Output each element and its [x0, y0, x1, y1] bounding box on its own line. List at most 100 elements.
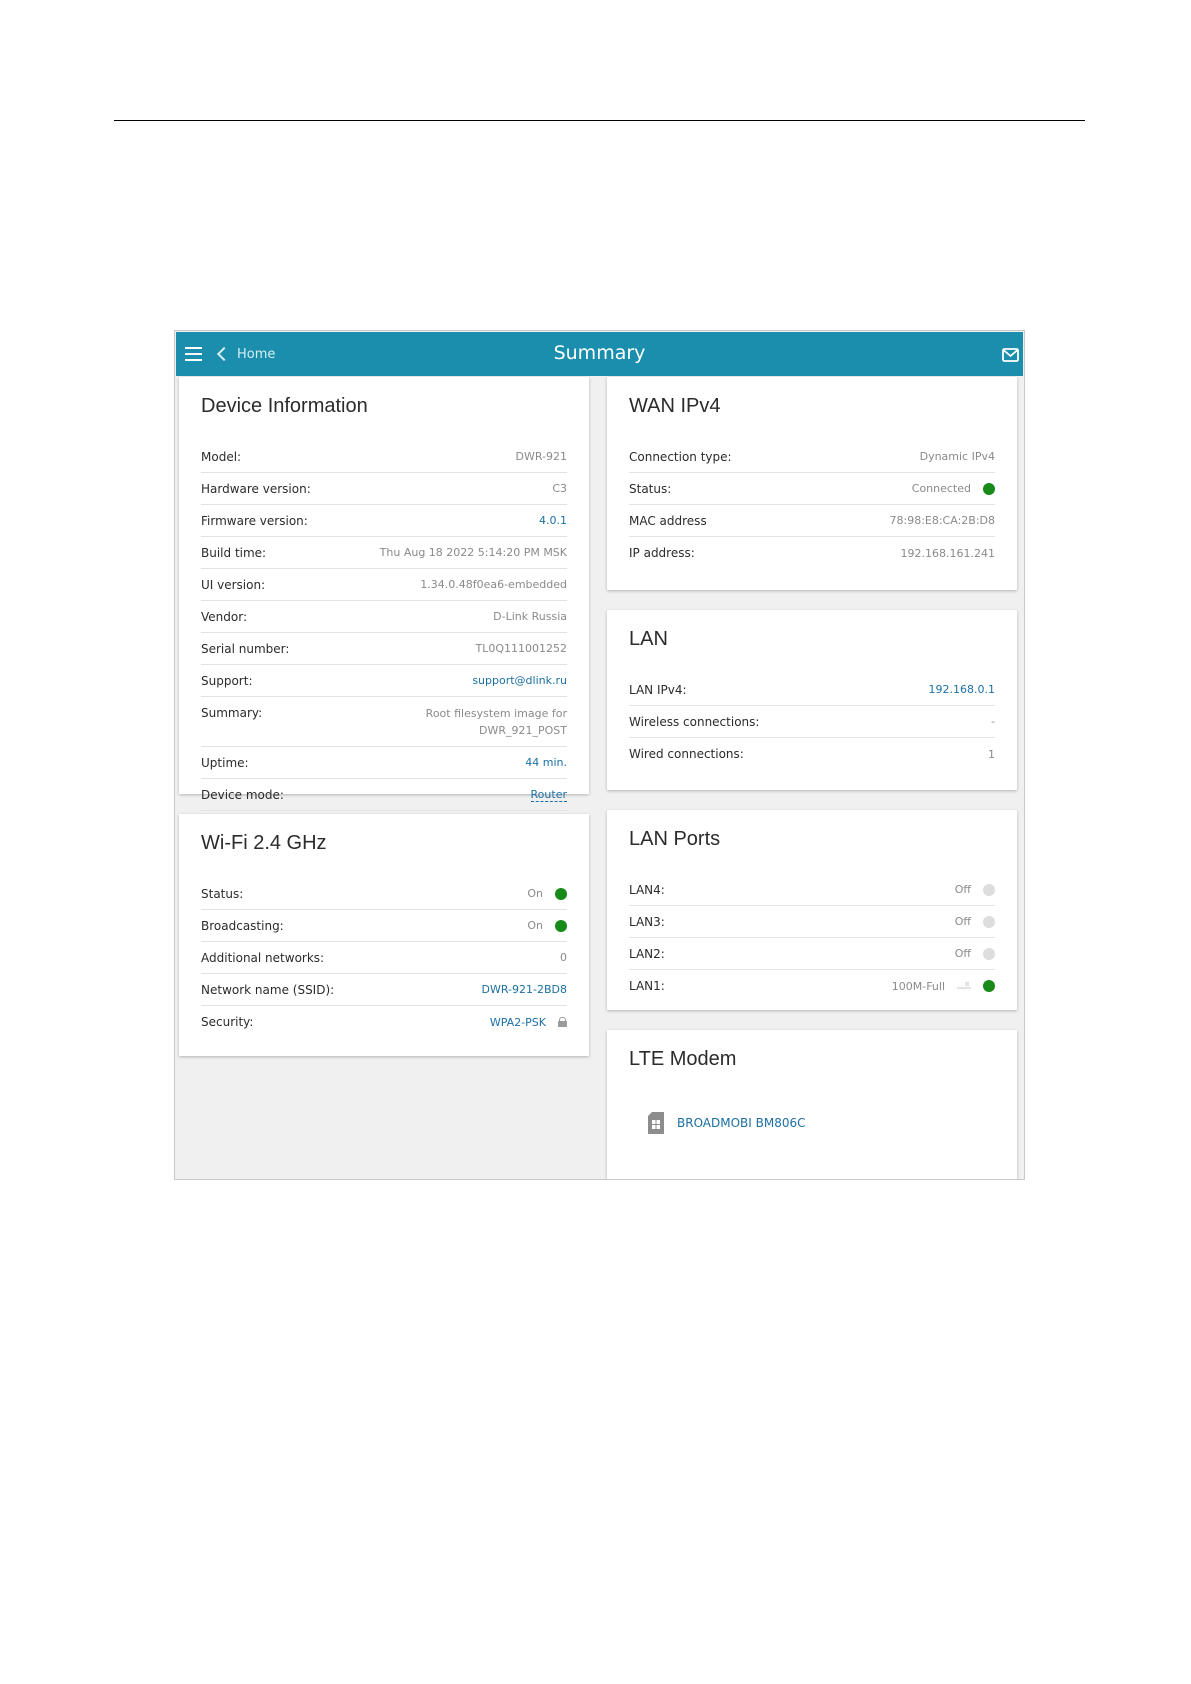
device-mode-link[interactable]: Router: [530, 787, 567, 802]
summary-value: Root filesystem image for DWR_921_POST: [425, 706, 567, 737]
ip-address-row: IP address: 192.168.161.241: [629, 537, 995, 569]
row-label: LAN IPv4:: [629, 682, 687, 697]
status-indicator-gray: [983, 915, 995, 928]
ip-address-value: 192.168.161.241: [900, 546, 995, 560]
device-information-title: Device Information: [201, 395, 368, 417]
wan-ipv4-title: WAN IPv4: [629, 395, 721, 417]
lan-card: LAN LAN IPv4: 192.168.0.1 Wireless conne…: [607, 610, 1017, 790]
lan-ipv4-row: LAN IPv4: 192.168.0.1: [629, 674, 995, 706]
row-label: Wired connections:: [629, 747, 744, 761]
model-row: Model: DWR-921: [201, 441, 567, 473]
lan4-row: LAN4: Off: [629, 874, 995, 906]
security-row: Security: WPA2-PSK: [201, 1006, 567, 1038]
ssid-link[interactable]: DWR-921-2BD8: [482, 983, 568, 996]
lan-ports-card: LAN Ports LAN4: Off LAN3: Off LAN2: Off …: [607, 810, 1017, 1010]
row-label: Security:: [201, 1015, 254, 1029]
row-label: LAN4:: [629, 882, 665, 897]
device-information-card: Device Information Model: DWR-921 Hardwa…: [179, 377, 589, 811]
wan-status-row: Status: Connected: [629, 473, 995, 505]
wired-connections-value: 1: [988, 747, 995, 761]
device-mode-row: Device mode: Router: [201, 779, 567, 811]
lte-modem-title: LTE Modem: [629, 1048, 737, 1070]
modem-item[interactable]: BROADMOBI BM806C: [647, 1112, 806, 1134]
lan1-text: 100M-Full: [891, 979, 945, 993]
ui-version-value: 1.34.0.48f0ea6-embedded: [420, 578, 567, 591]
uptime-value: 44 min.: [525, 756, 567, 769]
row-label: Build time:: [201, 545, 267, 560]
lte-modem-card: LTE Modem BROADMOBI BM806C: [607, 1030, 1017, 1179]
status-indicator-green: [983, 482, 995, 495]
lan2-text: Off: [954, 947, 971, 960]
router-summary-screenshot: Home Summary Device Information Model: D…: [174, 330, 1025, 1180]
ui-version-row: UI version: 1.34.0.48f0ea6-embedded: [201, 569, 567, 601]
additional-networks-value: 0: [560, 951, 567, 964]
wireless-connections-row: Wireless connections: -: [629, 706, 995, 738]
row-label: LAN1:: [629, 979, 665, 993]
row-label: Connection type:: [629, 449, 732, 464]
row-label: UI version:: [201, 577, 266, 592]
row-label: Uptime:: [201, 755, 249, 770]
ethernet-port-icon: [957, 982, 971, 990]
wifi-card: Wi-Fi 2.4 GHz Status: On Broadcasting: O…: [179, 814, 589, 1056]
lan-ipv4-link[interactable]: 192.168.0.1: [929, 683, 995, 696]
row-label: Firmware version:: [201, 513, 308, 528]
row-label: Hardware version:: [201, 481, 311, 496]
connection-type-row: Connection type: Dynamic IPv4: [629, 441, 995, 473]
row-label: Device mode:: [201, 787, 284, 802]
row-label: Serial number:: [201, 641, 290, 656]
serial-number-row: Serial number: TL0Q111001252: [201, 633, 567, 665]
modem-name-link[interactable]: BROADMOBI BM806C: [677, 1116, 806, 1130]
row-label: Model:: [201, 449, 242, 464]
broadcasting-row: Broadcasting: On: [201, 910, 567, 942]
row-label: Wireless connections:: [629, 714, 760, 729]
build-time-value: Thu Aug 18 2022 5:14:20 PM MSK: [379, 546, 567, 559]
vendor-row: Vendor: D-Link Russia: [201, 601, 567, 633]
row-label: IP address:: [629, 546, 695, 560]
hardware-version-value: C3: [552, 482, 567, 495]
support-row: Support: support@dlink.ru: [201, 665, 567, 697]
vendor-value: D-Link Russia: [493, 610, 567, 623]
firmware-version-row: Firmware version: 4.0.1: [201, 505, 567, 537]
lan-title: LAN: [629, 628, 668, 650]
lan2-row: LAN2: Off: [629, 938, 995, 970]
firmware-version-link[interactable]: 4.0.1: [539, 514, 567, 527]
lan3-value: Off: [955, 915, 995, 928]
lan1-value: 100M-Full: [892, 980, 995, 993]
device-mode-value: Router: [530, 787, 567, 802]
lan2-value: Off: [955, 947, 995, 960]
security-link[interactable]: WPA2-PSK: [490, 1016, 567, 1029]
status-indicator-gray: [983, 883, 995, 896]
row-label: Network name (SSID):: [201, 982, 335, 997]
wifi-status-row: Status: On: [201, 878, 567, 910]
lock-icon: [558, 1017, 567, 1027]
row-label: Summary:: [201, 706, 263, 720]
mac-address-row: MAC address 78:98:E8:CA:2B:D8: [629, 505, 995, 537]
ssid-row: Network name (SSID): DWR-921-2BD8: [201, 974, 567, 1006]
mail-icon[interactable]: [1002, 348, 1019, 362]
row-label: Status:: [201, 886, 244, 901]
wan-status-value: Connected: [912, 482, 995, 495]
lan-ports-title: LAN Ports: [629, 828, 721, 850]
build-time-row: Build time: Thu Aug 18 2022 5:14:20 PM M…: [201, 537, 567, 569]
broadcasting-value: On: [527, 919, 567, 932]
mac-address-value: 78:98:E8:CA:2B:D8: [889, 514, 996, 527]
uptime-row: Uptime: 44 min.: [201, 747, 567, 779]
row-label: Vendor:: [201, 609, 247, 624]
wan-status-text: Connected: [911, 482, 971, 495]
wired-connections-row: Wired connections: 1: [629, 738, 995, 770]
lan4-value: Off: [955, 883, 995, 896]
row-label: Broadcasting:: [201, 918, 284, 933]
security-text: WPA2-PSK: [489, 1015, 546, 1029]
row-label: MAC address: [629, 513, 707, 528]
row-label: Support:: [201, 673, 253, 688]
model-value: DWR-921: [515, 450, 567, 463]
wifi-status-value: On: [527, 887, 567, 900]
wifi-title: Wi-Fi 2.4 GHz: [201, 832, 327, 854]
lan3-text: Off: [954, 915, 971, 928]
hardware-version-row: Hardware version: C3: [201, 473, 567, 505]
lan1-row: LAN1: 100M-Full: [629, 970, 995, 1002]
top-header-bar: Home Summary: [176, 332, 1023, 376]
support-email-link[interactable]: support@dlink.ru: [472, 674, 567, 687]
wifi-status-text: On: [527, 887, 543, 900]
row-label: Status:: [629, 481, 672, 496]
